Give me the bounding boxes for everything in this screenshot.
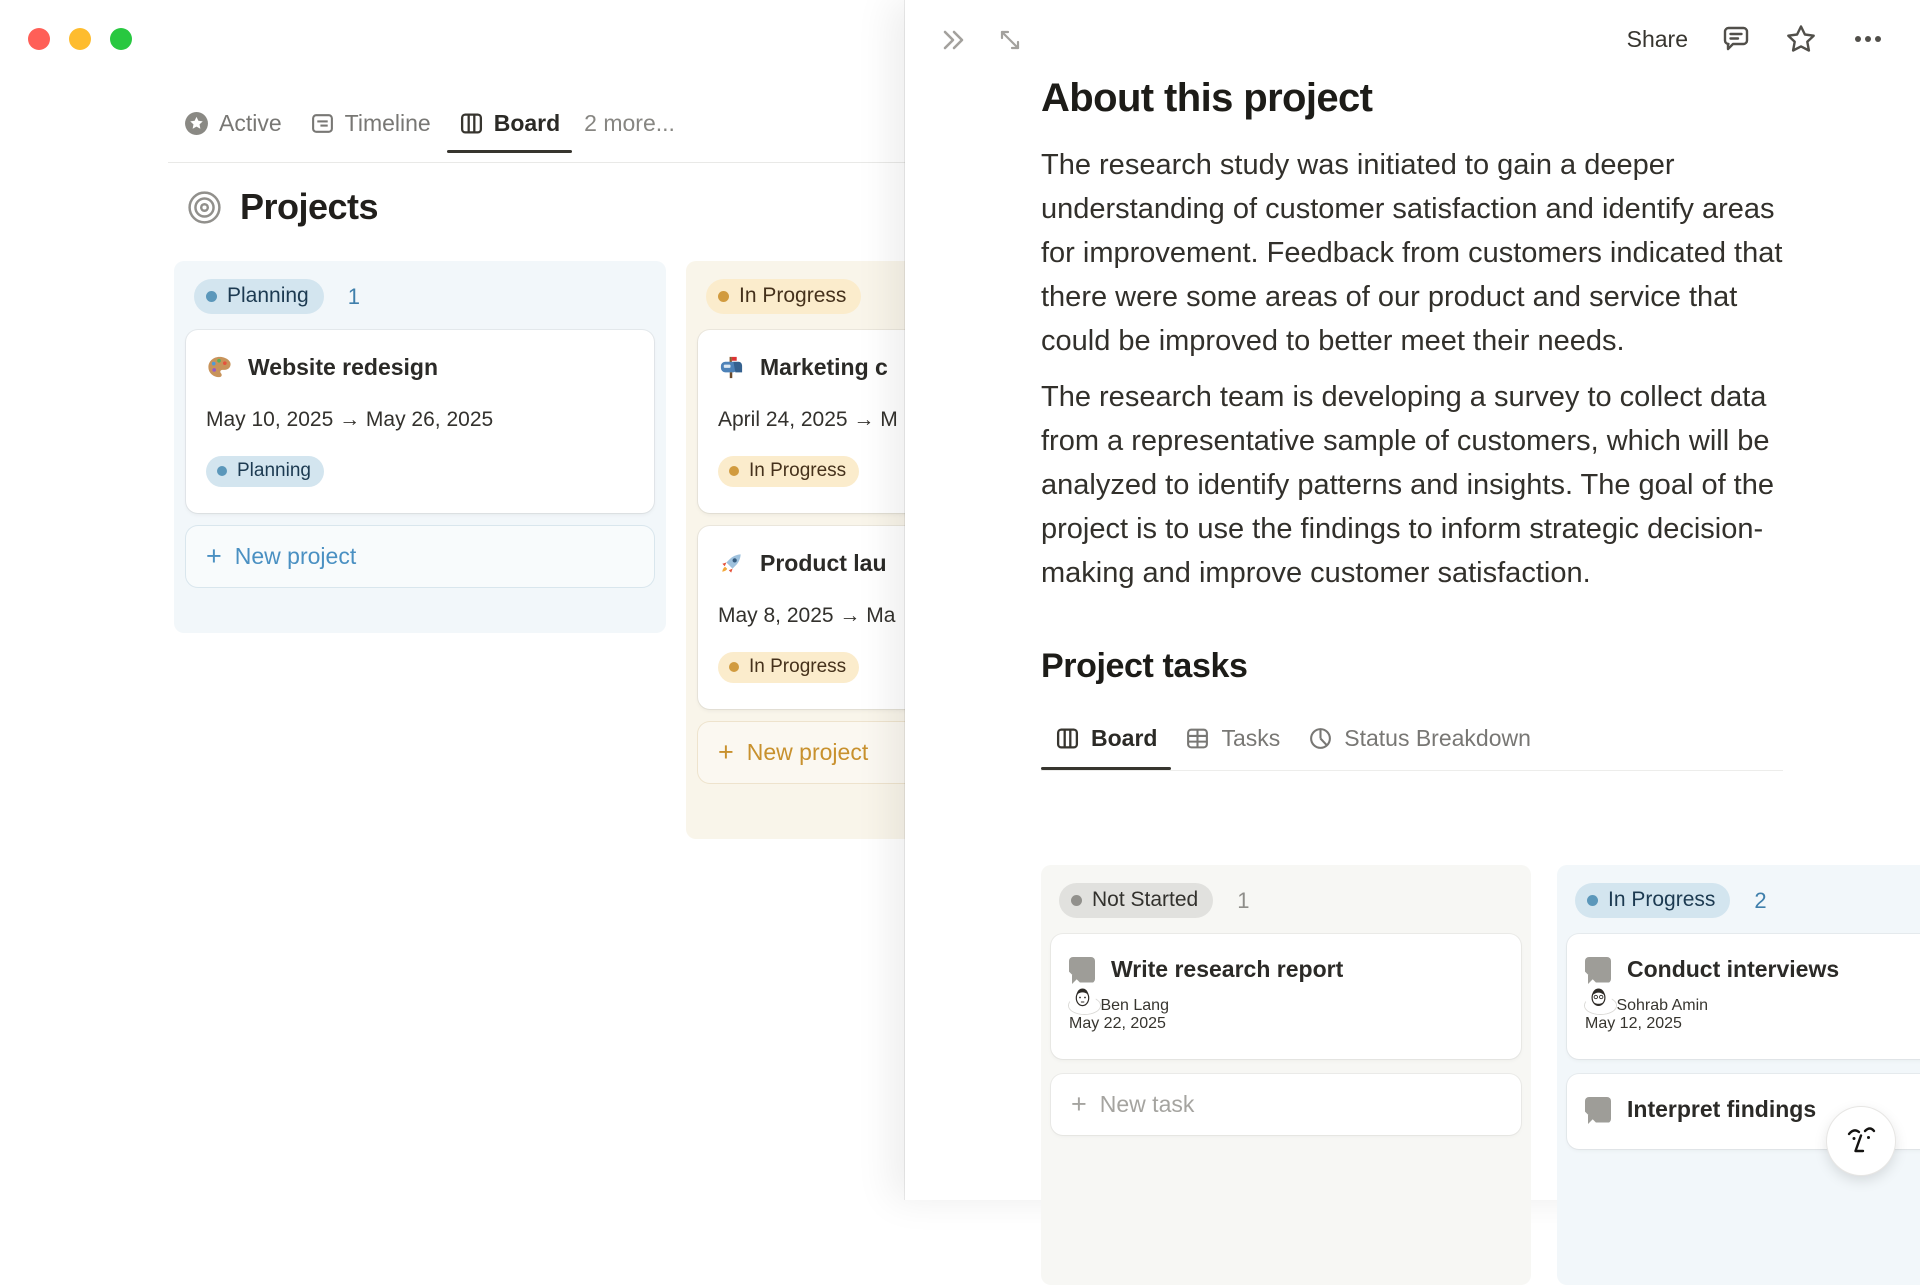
tab-tasks[interactable]: Tasks: [1171, 716, 1294, 761]
star-circle-icon: [184, 111, 209, 136]
note-icon: [1585, 956, 1611, 984]
page-title: Projects: [186, 186, 379, 228]
status-badge-planning: Planning: [206, 456, 324, 487]
mailbox-icon: [718, 354, 745, 381]
status-dot: [217, 466, 227, 476]
tab-timeline-view[interactable]: Timeline: [296, 102, 445, 145]
status-badge-in-progress[interactable]: In Progress: [706, 279, 862, 314]
more-views-button[interactable]: 2 more...: [574, 102, 685, 145]
expand-diagonal-icon[interactable]: [995, 25, 1025, 55]
panel-content: About this project The research study wa…: [1041, 0, 1793, 771]
page-title-text: Projects: [240, 186, 379, 227]
plus-icon: +: [718, 737, 734, 767]
column-count: 1: [1237, 887, 1250, 913]
about-paragraph: The research team is developing a survey…: [1041, 381, 1775, 589]
tab-label: Active: [219, 110, 282, 136]
chevron-double-right-icon[interactable]: [937, 24, 969, 56]
new-project-button[interactable]: + New project: [186, 526, 654, 587]
tabs-divider: [168, 162, 905, 163]
board-columns-icon: [459, 111, 484, 136]
note-icon: [1585, 1096, 1611, 1124]
note-icon: [1069, 956, 1095, 984]
tab-board-view[interactable]: Board: [445, 102, 574, 153]
tasks-board: Not Started 1 Write research report Ben …: [1041, 865, 1920, 1285]
ai-assistant-button[interactable]: [1827, 1107, 1895, 1175]
new-task-button[interactable]: + New task: [1051, 1074, 1521, 1135]
task-title: Interpret findings: [1627, 1096, 1817, 1122]
target-icon: [186, 189, 223, 226]
status-dot: [206, 290, 217, 302]
status-badge-in-progress: In Progress: [718, 652, 860, 683]
plus-icon: +: [206, 541, 222, 571]
task-date: May 12, 2025: [1585, 1015, 1682, 1032]
tab-label: Board: [493, 110, 561, 136]
column-planning: Planning 1 Website redesign May 10, 2025…: [174, 261, 666, 633]
task-card-conduct-interviews[interactable]: Conduct interviews Sohrab Amin May 12, 2…: [1567, 934, 1920, 1059]
column-count: 2: [1754, 887, 1767, 913]
task-card-write-research-report[interactable]: Write research report Ben Lang May 22, 2…: [1051, 934, 1521, 1059]
assignee-name: Ben Lang: [1100, 997, 1169, 1014]
assignee-row: Sohrab Amin: [1585, 983, 1920, 1015]
notion-ai-face-icon: [1841, 1121, 1881, 1161]
palette-icon: [206, 354, 233, 381]
status-dot: [1071, 894, 1082, 906]
task-date: May 22, 2025: [1069, 1015, 1166, 1032]
pie-chart-icon: [1308, 726, 1333, 751]
project-tasks-heading: Project tasks: [1041, 647, 1248, 685]
status-dot: [729, 466, 739, 476]
project-card-website-redesign[interactable]: Website redesign May 10, 2025 → May 26, …: [186, 330, 654, 513]
project-dates: May 10, 2025 → May 26, 2025: [206, 408, 494, 431]
tabs-divider: [1041, 770, 1783, 771]
task-title: Write research report: [1111, 956, 1344, 982]
window-controls: [28, 28, 132, 50]
status-badge-in-progress[interactable]: In Progress: [1575, 883, 1731, 918]
ellipsis-icon[interactable]: [1850, 22, 1886, 56]
rocket-icon: [718, 550, 745, 577]
status-badge-in-progress: In Progress: [718, 456, 860, 487]
column-in-progress-tasks: In Progress 2 Conduct interviews Sohrab …: [1557, 865, 1920, 1285]
tab-label: Timeline: [344, 110, 431, 136]
status-dot: [718, 290, 729, 302]
column-count: 1: [347, 283, 360, 309]
column-not-started: Not Started 1 Write research report Ben …: [1041, 865, 1531, 1285]
table-icon: [1185, 726, 1210, 751]
column-header[interactable]: Planning 1: [186, 275, 654, 314]
project-title: Product lau: [760, 550, 887, 576]
task-title: Conduct interviews: [1627, 956, 1840, 982]
tab-active-view[interactable]: Active: [170, 102, 296, 145]
status-dot: [1587, 894, 1598, 906]
avatar-sohrab-amin: [1585, 983, 1617, 1014]
column-header[interactable]: In Progress 2: [1567, 879, 1920, 918]
close-window-button[interactable]: [28, 28, 50, 50]
avatar-ben-lang: [1069, 983, 1101, 1014]
zoom-window-button[interactable]: [110, 28, 132, 50]
assignee-name: Sohrab Amin: [1616, 997, 1709, 1014]
tab-status-breakdown[interactable]: Status Breakdown: [1294, 716, 1545, 761]
status-badge-not-started[interactable]: Not Started: [1059, 883, 1214, 918]
status-dot: [729, 662, 739, 672]
column-header[interactable]: Not Started 1: [1051, 879, 1521, 918]
view-tabs: Active Timeline Board 2 more...: [170, 102, 685, 153]
assignee-row: Ben Lang: [1069, 983, 1503, 1015]
board-columns-icon: [1055, 726, 1080, 751]
tab-board[interactable]: Board: [1041, 716, 1172, 770]
minimize-window-button[interactable]: [69, 28, 91, 50]
status-badge-planning[interactable]: Planning: [194, 279, 324, 314]
about-paragraph: The research study was initiated to gain…: [1041, 149, 1783, 357]
timeline-icon: [310, 111, 335, 136]
project-title: Website redesign: [248, 354, 439, 380]
about-heading: About this project: [1041, 76, 1373, 120]
tasks-view-tabs: Board Tasks Status Breakdown: [1041, 716, 1783, 771]
panel-toolbar-left: [937, 24, 1025, 56]
project-title: Marketing c: [760, 354, 888, 380]
plus-icon: +: [1071, 1089, 1087, 1119]
